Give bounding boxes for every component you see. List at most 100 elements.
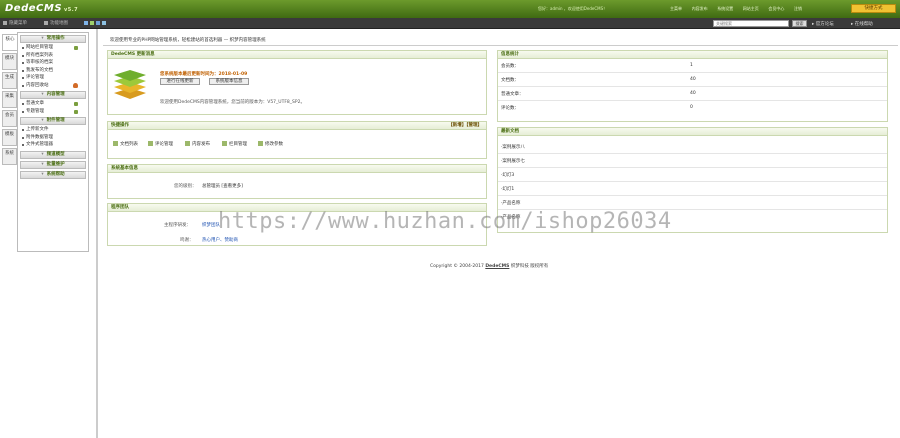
tab-modules[interactable]: 模块	[2, 53, 17, 70]
online-update-button[interactable]: 进行在线更新	[160, 78, 200, 85]
bullet-icon	[22, 110, 24, 113]
sidebar-item-my-docs[interactable]: 我发布的文档	[18, 67, 88, 75]
bullet-icon	[22, 69, 24, 72]
sidebar-item-recycle[interactable]: 内容回收站	[18, 82, 88, 90]
logo[interactable]: DedeCMS v5.7	[5, 3, 78, 14]
stats-row: 文档数： 40	[498, 73, 887, 87]
list-item[interactable]: ·案例展示八	[498, 140, 887, 154]
sidebar-item-topics[interactable]: 专题管理	[18, 108, 88, 116]
sidebar-item-attach-data[interactable]: 附件数据管理	[18, 134, 88, 142]
quick-comments[interactable]: 评论管理	[148, 141, 173, 147]
nav-settings[interactable]: 系统设置	[717, 6, 733, 11]
edit-icon[interactable]	[74, 46, 78, 50]
chevron-down-icon: ▾	[41, 92, 44, 97]
section-help[interactable]: ▾ 系统帮助	[20, 170, 86, 179]
update-panel-title: DedeCMS 更新消息	[108, 51, 486, 59]
level-value[interactable]: 总管理员 [查看更多]	[202, 183, 243, 189]
thanks-label: 鸣谢：	[180, 238, 194, 243]
quick-ops-panel: 快捷操作 【新增】【管理】	[107, 121, 487, 159]
bullet-icon	[22, 144, 24, 146]
copyright: Copyright © 2004-2017 DedeCMS 织梦科技 版权所有	[430, 264, 549, 269]
chevron-down-icon: ▾	[41, 161, 44, 167]
edit-icon[interactable]	[74, 102, 78, 106]
tab-system[interactable]: 系统	[2, 148, 17, 165]
search-button[interactable]: 搜索	[792, 20, 807, 27]
document-icon	[113, 141, 118, 146]
folder-icon	[222, 141, 227, 146]
sidebar-item-file-manager[interactable]: 文件式管理器	[18, 141, 88, 149]
tab-collect[interactable]: 采集	[2, 91, 17, 108]
version-message: 欢迎使用DedeCMS内容管理系统，您当前的版本为：V57_UTF8_SP2。	[160, 100, 305, 105]
stats-row: 评论数： 0	[501, 105, 693, 111]
nav-member-center[interactable]: 会员中心	[768, 6, 784, 11]
shield-icon	[73, 82, 78, 88]
quick-params[interactable]: 修改参数	[258, 141, 283, 147]
latest-docs-title: 最新文档	[498, 128, 887, 136]
nav-publish[interactable]: 内容发布	[692, 6, 708, 11]
sidebar-item-upload[interactable]: 上传新文件	[18, 126, 88, 134]
bullet-icon	[22, 129, 24, 131]
settings-icon	[258, 141, 263, 146]
tab-generate[interactable]: 生成	[2, 72, 17, 89]
splitter[interactable]	[96, 29, 98, 438]
sidebar-item-pending[interactable]: 等审核的档案	[18, 59, 88, 67]
dev-label: 主程序研发：	[164, 223, 191, 228]
sidebar-menu: ▾ 常用操作 网站栏目管理 所有档案列表 等审核的档案 我发布的文档 评论管理 内…	[17, 32, 89, 252]
sidebar-item-articles[interactable]: 普通文章	[18, 100, 88, 108]
chevron-down-icon: ▾	[41, 171, 44, 177]
add-manage-links[interactable]: 【新增】【管理】	[448, 122, 482, 130]
stats-row: 会员数： 1	[498, 59, 887, 73]
online-help-link[interactable]: ▸ 在线帮助	[851, 21, 873, 27]
version-info-button[interactable]: 系统版本信息	[209, 78, 249, 85]
stats-row: 普通文章： 40	[498, 87, 887, 101]
quick-doc-list[interactable]: 文档列表	[113, 141, 138, 147]
quick-shortcut-button[interactable]: 快捷方式	[851, 4, 896, 13]
sidebar-item-comments[interactable]: 评论管理	[18, 74, 88, 82]
section-common[interactable]: ▾ 常用操作	[20, 35, 86, 43]
bullet-icon	[22, 103, 24, 105]
watermark: https://www.huzhan.com/ishop26034	[218, 209, 672, 234]
thanks-value[interactable]: 热心用户、赞助商	[202, 237, 238, 243]
bullet-icon	[22, 54, 24, 57]
section-attachments[interactable]: ▾ 附件管理	[20, 117, 86, 125]
list-item[interactable]: ·产品名称	[498, 196, 887, 210]
list-item[interactable]: ·案例展示七	[498, 154, 887, 168]
section-content[interactable]: ▾ 内容管理	[20, 91, 86, 99]
func-map-button[interactable]: 功能地图	[50, 20, 68, 26]
quick-publish[interactable]: 内容发布	[185, 141, 210, 147]
tab-core[interactable]: 核心	[2, 34, 17, 51]
skin-sky-icon[interactable]	[102, 21, 106, 25]
quick-channels[interactable]: 栏目管理	[222, 141, 247, 147]
section-channel-model[interactable]: ▾ 频道模型	[20, 150, 86, 159]
sidebar-item-all-docs[interactable]: 所有档案列表	[18, 52, 88, 60]
skin-green-icon[interactable]	[90, 21, 94, 25]
update-headline: 您系统版本最后更新时间为：2018-01-09	[160, 72, 248, 77]
skin-blue-icon[interactable]	[84, 21, 88, 25]
chevron-down-icon: ▾	[41, 118, 44, 123]
chevron-down-icon: ▾	[41, 151, 44, 157]
brand-link[interactable]: DedeCMS	[485, 264, 509, 269]
sidebar-item-channel[interactable]: 网站栏目管理	[18, 44, 88, 52]
hide-menu-button[interactable]: 隐藏菜单	[9, 20, 27, 26]
publish-icon	[185, 141, 190, 146]
func-map-icon	[44, 21, 48, 25]
edit-icon[interactable]	[74, 109, 78, 114]
tab-members[interactable]: 会员	[2, 110, 17, 127]
top-header: DedeCMS v5.7 您好：admin ，欢迎使用DedeCMS！ 主菜单 内…	[0, 0, 900, 18]
nav-logout[interactable]: 注销	[794, 6, 802, 11]
skin-navy-icon[interactable]	[96, 21, 100, 25]
stats-panel-title: 信息统计	[498, 51, 887, 59]
divider	[103, 45, 898, 46]
nav-homepage[interactable]: 网站主页	[743, 6, 759, 11]
official-forum-link[interactable]: ▸ 官方论坛	[812, 21, 834, 27]
nav-main-menu[interactable]: 主菜单	[670, 6, 682, 11]
sysinfo-panel-title: 系统基本信息	[108, 165, 486, 173]
hide-menu-icon	[3, 21, 7, 25]
list-item[interactable]: ·幻灯1	[498, 182, 887, 196]
search-input[interactable]: 关键搜索	[713, 20, 789, 27]
list-item[interactable]: ·幻灯3	[498, 168, 887, 182]
welcome-message: 欢迎使用专业的PHP网站管理系统，轻松建站的首选利器 — 织梦内容管理系统	[110, 38, 266, 43]
tab-templates[interactable]: 模板	[2, 129, 17, 146]
section-batch[interactable]: ▾ 批量维护	[20, 160, 86, 169]
user-info: 您好：admin ，欢迎使用DedeCMS！	[538, 6, 608, 11]
